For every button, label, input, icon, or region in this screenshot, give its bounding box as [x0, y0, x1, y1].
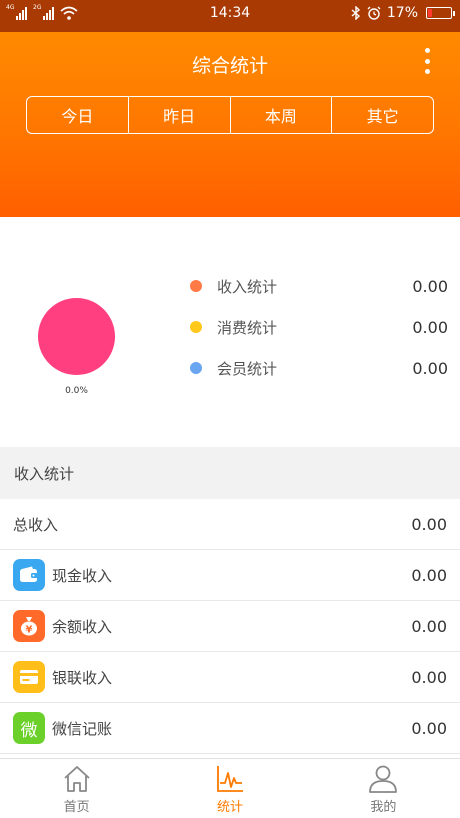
legend-income[interactable]: 收入统计 0.00: [190, 274, 448, 298]
row-label: 银联收入: [52, 668, 113, 687]
battery-percent: 17%: [386, 5, 418, 21]
row-label: 总收入: [13, 515, 59, 534]
legend-dot: [190, 362, 202, 374]
header: 综合统计 今日 昨日 本周 其它: [0, 32, 460, 217]
nav-home[interactable]: 首页: [0, 759, 153, 818]
tab-today[interactable]: 今日: [27, 97, 129, 133]
row-label: 微信记账: [52, 719, 113, 738]
legend-value: 0.00: [412, 276, 448, 296]
pie-percent-label: 0.0%: [65, 386, 88, 396]
nav-label: 首页: [63, 800, 90, 815]
nav-statistics[interactable]: 统计: [153, 759, 306, 818]
row-value: 0.00: [411, 616, 447, 636]
wallet-icon: [13, 559, 45, 591]
section-title: 收入统计: [0, 447, 460, 499]
row-value: 0.00: [411, 565, 447, 585]
row-value: 0.00: [411, 514, 447, 534]
bottom-nav: 首页 统计 我的: [0, 758, 460, 818]
tab-this-week[interactable]: 本周: [231, 97, 333, 133]
status-bar: 4G 2G 14:34 17%: [0, 0, 460, 32]
cash-income-row[interactable]: 现金收入 0.00: [0, 550, 460, 601]
total-income-row[interactable]: 总收入 0.00: [0, 499, 460, 550]
legend-label: 消费统计: [217, 318, 278, 337]
legend-label: 收入统计: [217, 277, 278, 296]
legend-members[interactable]: 会员统计 0.00: [190, 356, 448, 380]
row-value: 0.00: [411, 667, 447, 687]
legend-label: 会员统计: [217, 359, 278, 378]
svg-text:¥: ¥: [26, 625, 33, 636]
nav-label: 统计: [216, 800, 243, 815]
money-bag-icon: ¥: [13, 610, 45, 642]
legend-consumption[interactable]: 消费统计 0.00: [190, 315, 448, 339]
tab-yesterday[interactable]: 昨日: [129, 97, 231, 133]
alarm-icon: [367, 6, 381, 20]
row-label: 余额收入: [52, 617, 113, 636]
row-label: 现金收入: [52, 566, 113, 585]
nav-mine[interactable]: 我的: [307, 759, 460, 818]
user-icon: [369, 765, 398, 793]
pie-slice: [38, 298, 115, 375]
date-range-tabs: 今日 昨日 本周 其它: [26, 96, 434, 134]
bluetooth-icon: [351, 6, 360, 20]
chart-icon: [217, 766, 243, 792]
legend-value: 0.00: [412, 358, 448, 378]
legend-dot: [190, 280, 202, 292]
card-icon: [13, 661, 45, 693]
legend-dot: [190, 321, 202, 333]
nav-label: 我的: [370, 800, 397, 815]
summary-panel: 0.0% 收入统计 0.00 消费统计 0.00 会员统计 0.00: [0, 217, 460, 447]
balance-income-row[interactable]: ¥ 余额收入 0.00: [0, 601, 460, 652]
page-title: 综合统计: [191, 55, 268, 77]
home-icon: [64, 766, 90, 792]
more-menu-icon[interactable]: [422, 48, 432, 74]
tab-other[interactable]: 其它: [332, 97, 433, 133]
wechat-icon: 微: [13, 712, 45, 744]
wechat-income-row[interactable]: 微 微信记账 0.00: [0, 703, 460, 754]
row-value: 0.00: [411, 718, 447, 738]
unionpay-income-row[interactable]: 银联收入 0.00: [0, 652, 460, 703]
legend-value: 0.00: [412, 317, 448, 337]
battery-icon: [426, 7, 455, 19]
income-list: 总收入 0.00 现金收入 0.00 ¥ 余额收入 0.00 银联收入 0.00…: [0, 499, 460, 754]
pie-chart: [38, 298, 115, 375]
